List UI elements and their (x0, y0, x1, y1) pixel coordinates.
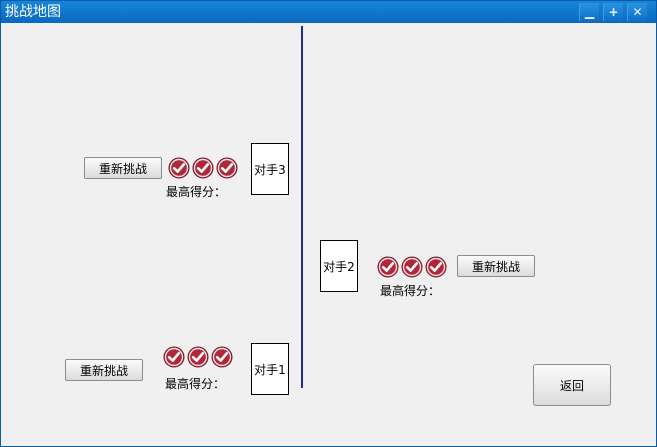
retry-button-opponent-1[interactable]: 重新挑战 (65, 359, 143, 381)
check-icon (377, 256, 399, 278)
check-row-opponent-3 (168, 157, 240, 179)
opponent-1-node[interactable]: 对手1 (251, 343, 289, 395)
check-row-opponent-1 (163, 346, 235, 368)
challenge-map-window: 挑战地图 ▁ + ✕ 重新挑战 最高得分： 对手3 对手2 重新挑战 最高得分： (0, 0, 657, 447)
check-icon (425, 256, 447, 278)
check-icon (163, 346, 185, 368)
maximize-button[interactable]: + (603, 3, 623, 21)
check-icon (168, 157, 190, 179)
best-score-label-opponent-1: 最高得分： (165, 377, 226, 391)
check-icon (216, 157, 238, 179)
map-divider (301, 26, 303, 388)
retry-button-opponent-2[interactable]: 重新挑战 (457, 255, 535, 277)
maximize-icon: + (608, 5, 619, 19)
opponent-3-node[interactable]: 对手3 (251, 143, 289, 195)
check-row-opponent-2 (377, 256, 449, 278)
check-icon (187, 346, 209, 368)
best-score-label-opponent-3: 最高得分： (166, 185, 227, 199)
close-button[interactable]: ✕ (627, 3, 647, 21)
check-icon (401, 256, 423, 278)
close-icon: ✕ (632, 5, 643, 19)
check-icon (211, 346, 233, 368)
retry-button-opponent-3[interactable]: 重新挑战 (84, 157, 162, 179)
best-score-label-opponent-2: 最高得分： (380, 284, 441, 298)
opponent-2-node[interactable]: 对手2 (320, 240, 358, 292)
check-icon (192, 157, 214, 179)
title-bar[interactable]: 挑战地图 ▁ + ✕ (1, 1, 656, 23)
minimize-button[interactable]: ▁ (579, 3, 599, 21)
map-area: 重新挑战 最高得分： 对手3 对手2 重新挑战 最高得分： 重新挑战 最高得分：… (2, 23, 655, 446)
minimize-icon: ▁ (584, 5, 595, 19)
window-title: 挑战地图 (5, 4, 61, 20)
back-button[interactable]: 返回 (533, 364, 611, 406)
